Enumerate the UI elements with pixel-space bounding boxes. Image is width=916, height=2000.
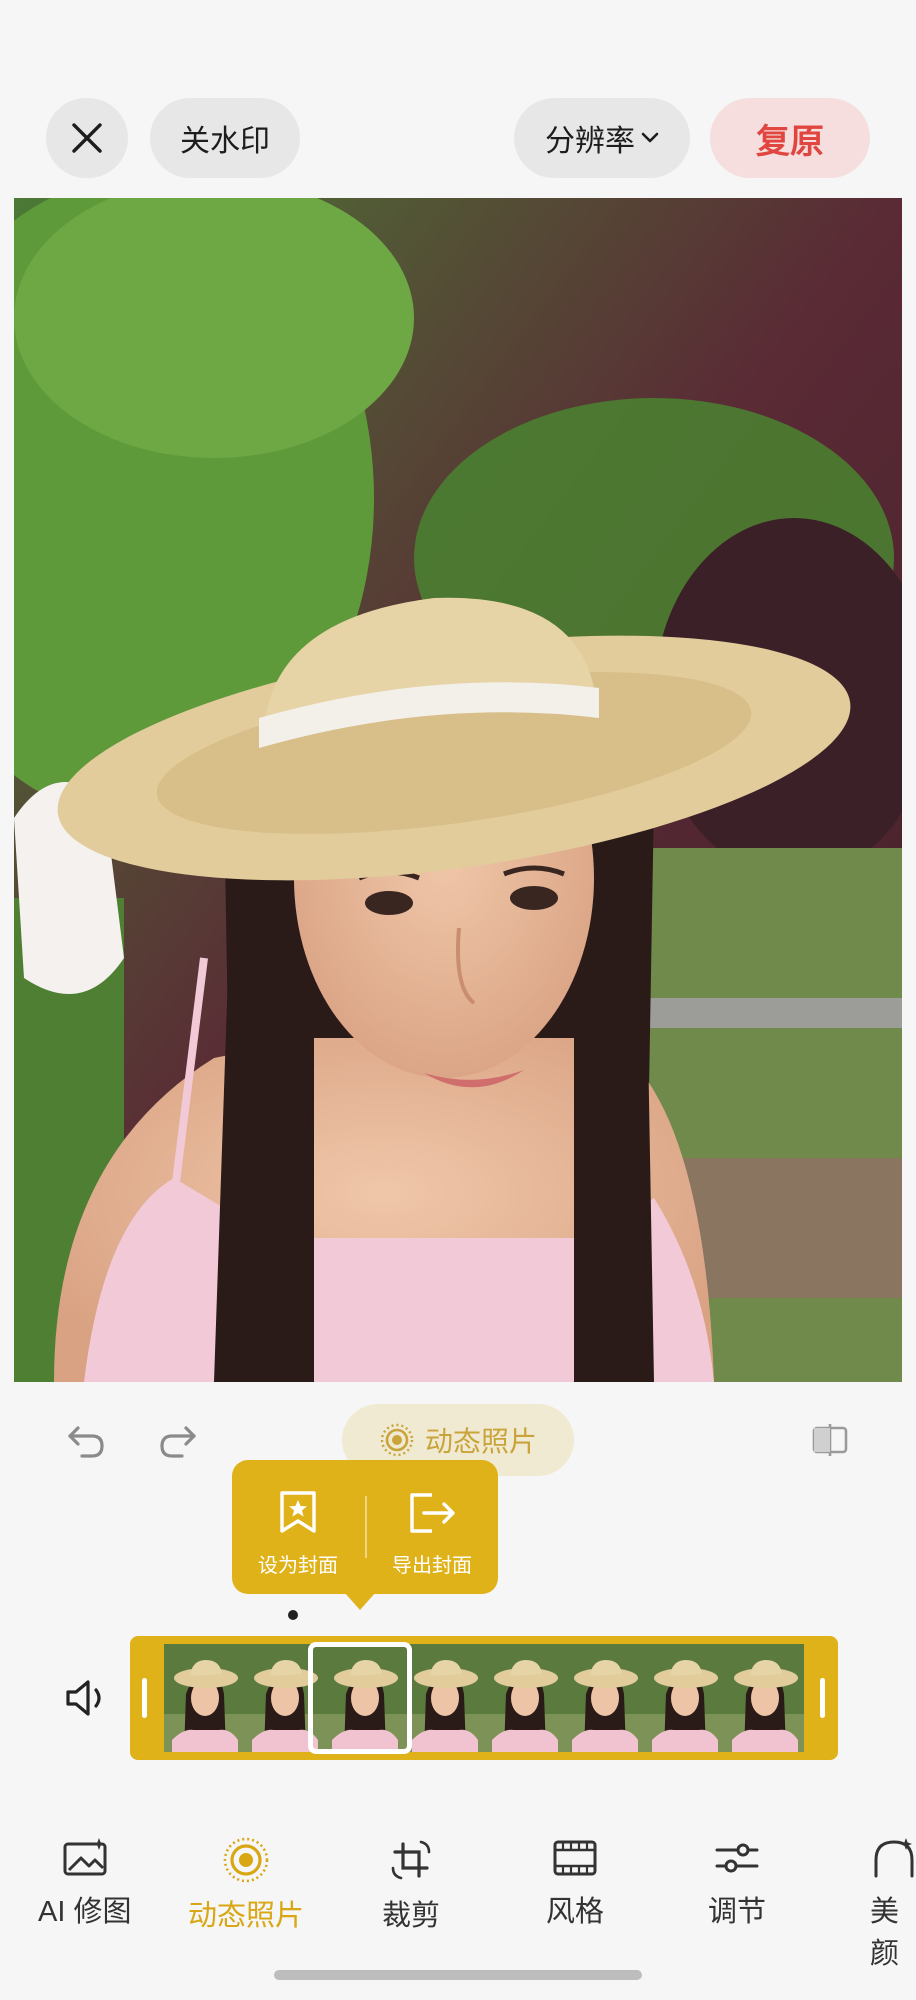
nav-crop-label: 裁剪 xyxy=(382,1900,441,1932)
frame-thumbnails xyxy=(164,1644,804,1752)
resolution-dropdown[interactable]: 分辨率 xyxy=(514,98,690,178)
nav-live-photo[interactable]: 动态照片 xyxy=(188,1836,304,1934)
set-as-cover-button[interactable]: 设为封面 xyxy=(232,1478,364,1578)
nav-style-label: 风格 xyxy=(546,1896,605,1928)
nav-live-photo-label: 动态照片 xyxy=(188,1900,305,1932)
beauty-icon xyxy=(874,1838,914,1878)
adjust-sliders-icon xyxy=(715,1843,759,1873)
nav-ai-retouch[interactable]: AI 修图 xyxy=(38,1836,131,1930)
nav-crop[interactable]: 裁剪 xyxy=(382,1836,440,1934)
live-photo-icon xyxy=(380,1423,414,1457)
undo-icon xyxy=(68,1426,104,1458)
close-icon xyxy=(72,123,102,153)
bottom-toolbar: AI 修图 动态照片 裁剪 风格 调节 美颜 xyxy=(0,1836,916,1970)
top-bar: 关水印 分辨率 复原 xyxy=(0,98,916,178)
redo-button[interactable] xyxy=(154,1416,202,1464)
photo-preview[interactable] xyxy=(14,198,902,1382)
nav-adjust[interactable]: 调节 xyxy=(708,1836,766,1930)
undo-button[interactable] xyxy=(62,1416,110,1464)
export-icon xyxy=(410,1493,455,1533)
nav-beauty-label: 美颜 xyxy=(870,1896,900,1970)
ai-retouch-icon xyxy=(63,1838,107,1876)
close-button[interactable] xyxy=(46,98,128,178)
live-photo-frame-strip[interactable] xyxy=(130,1636,838,1760)
set-as-cover-label: 设为封面 xyxy=(258,1555,338,1577)
compare-button[interactable] xyxy=(806,1416,854,1464)
remove-watermark-label: 关水印 xyxy=(180,125,270,158)
export-cover-button[interactable]: 导出封面 xyxy=(366,1478,498,1578)
remove-watermark-button[interactable]: 关水印 xyxy=(150,98,300,178)
mute-toggle[interactable] xyxy=(62,1674,110,1722)
strip-left-handle[interactable] xyxy=(142,1678,147,1718)
portrait-photo xyxy=(14,198,902,1382)
export-cover-label: 导出封面 xyxy=(392,1555,472,1577)
live-photo-pill-label: 动态照片 xyxy=(424,1426,537,1457)
crop-rotate-icon xyxy=(391,1840,431,1880)
speaker-icon xyxy=(66,1680,101,1716)
redo-icon xyxy=(160,1426,196,1458)
nav-style[interactable]: 风格 xyxy=(546,1836,604,1930)
restore-button[interactable]: 复原 xyxy=(710,98,870,178)
selected-frame[interactable] xyxy=(308,1642,412,1754)
nav-beauty[interactable]: 美颜 xyxy=(870,1836,916,1972)
film-style-icon xyxy=(553,1840,597,1876)
home-indicator[interactable] xyxy=(274,1970,642,1980)
cover-marker-dot xyxy=(288,1610,298,1620)
chevron-down-icon xyxy=(641,132,659,143)
compare-icon xyxy=(812,1424,848,1456)
nav-ai-retouch-label: AI 修图 xyxy=(38,1896,132,1928)
restore-label: 复原 xyxy=(756,122,824,161)
bookmark-star-icon xyxy=(280,1491,316,1533)
resolution-label: 分辨率 xyxy=(545,125,635,158)
frame-thumbnail-row xyxy=(164,1644,804,1752)
nav-adjust-label: 调节 xyxy=(708,1896,767,1928)
strip-right-handle[interactable] xyxy=(820,1678,825,1718)
live-photo-icon xyxy=(223,1837,269,1883)
cover-popup-menu: 设为封面 导出封面 xyxy=(232,1460,498,1610)
